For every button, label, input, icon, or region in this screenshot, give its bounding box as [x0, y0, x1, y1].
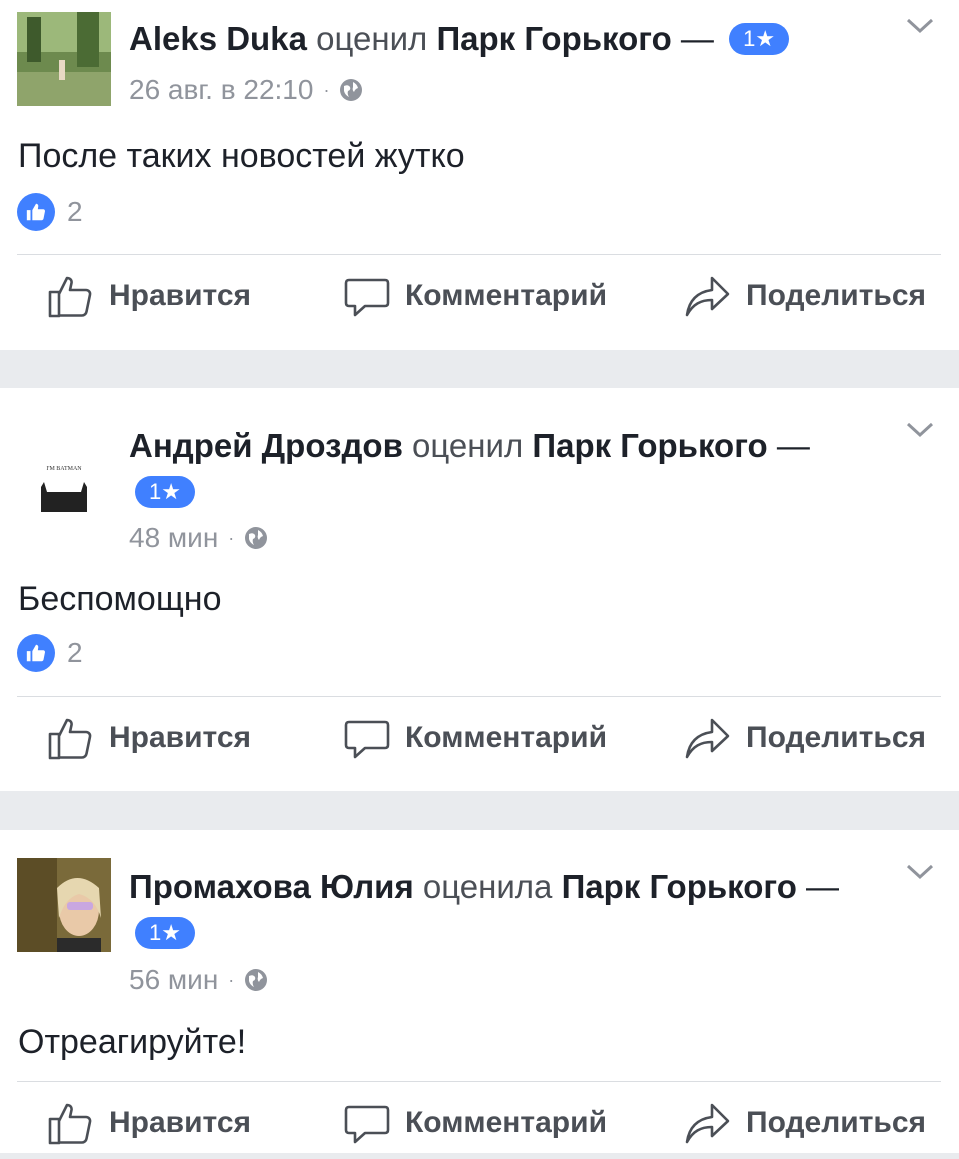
- timestamp[interactable]: 26 авг. в 22:10: [129, 74, 313, 106]
- separator-dash: —: [680, 20, 714, 57]
- comment-icon: [344, 1105, 390, 1144]
- divider: [17, 254, 941, 255]
- thumbs-up-icon: [48, 1103, 92, 1145]
- comment-label: Комментарий: [405, 721, 608, 754]
- separator-dash: —: [776, 427, 810, 464]
- share-icon: [685, 718, 730, 759]
- avatar[interactable]: I'M BATMAN: [17, 432, 111, 526]
- avatar[interactable]: [17, 12, 111, 106]
- like-label: Нравится: [109, 279, 252, 312]
- rating-badge: 1★: [135, 476, 195, 508]
- like-label: Нравится: [109, 1106, 252, 1139]
- post-meta: 48 мин ·: [129, 522, 268, 554]
- post-text: Беспомощно: [18, 580, 222, 618]
- chevron-down-icon[interactable]: [905, 420, 935, 440]
- separator-dash: —: [806, 868, 840, 905]
- share-label: Поделиться: [746, 721, 927, 754]
- action-verb: оценил: [412, 427, 524, 464]
- post-text: После таких новостей жутко: [18, 137, 465, 175]
- avatar[interactable]: [17, 858, 111, 952]
- globe-icon: [245, 527, 268, 549]
- post-meta: 26 авг. в 22:10 ·: [129, 74, 363, 106]
- share-button[interactable]: Поделиться: [684, 1099, 926, 1147]
- post-text: Отреагируйте!: [18, 1023, 247, 1061]
- avatar-caption: I'M BATMAN: [46, 466, 82, 472]
- globe-icon: [340, 79, 363, 101]
- reactions-summary[interactable]: 2: [17, 193, 83, 231]
- like-badge-icon: [17, 193, 55, 231]
- share-icon: [685, 1103, 730, 1144]
- meta-dot: ·: [228, 527, 235, 548]
- divider: [17, 1081, 941, 1082]
- author-name[interactable]: Андрей Дроздов: [129, 427, 403, 464]
- divider: [17, 696, 941, 697]
- page-name[interactable]: Парк Горького: [532, 427, 767, 464]
- comment-label: Комментарий: [405, 1106, 608, 1139]
- action-bar: Нравится Комментарий Поделиться: [0, 1099, 959, 1159]
- comment-button[interactable]: Комментарий: [343, 714, 607, 762]
- thumbs-up-icon: [48, 718, 92, 760]
- post-meta: 56 мин ·: [129, 964, 268, 996]
- like-badge-icon: [17, 634, 55, 672]
- share-label: Поделиться: [746, 1106, 927, 1139]
- page-name[interactable]: Парк Горького: [436, 20, 671, 57]
- like-label: Нравится: [109, 721, 252, 754]
- action-bar: Нравится Комментарий Поделиться: [0, 272, 959, 332]
- share-button[interactable]: Поделиться: [684, 714, 926, 762]
- globe-icon: [245, 969, 268, 991]
- meta-dot: ·: [323, 79, 330, 100]
- post-header: Aleks Duka оценил Парк Горького — 1★: [129, 16, 869, 62]
- timestamp[interactable]: 48 мин: [129, 522, 218, 554]
- chevron-down-icon[interactable]: [905, 16, 935, 36]
- likes-count: 2: [67, 196, 83, 227]
- post-card: I'M BATMAN Андрей Дроздов оценил Парк Го…: [0, 388, 959, 791]
- share-label: Поделиться: [746, 279, 927, 312]
- reactions-summary[interactable]: 2: [17, 634, 83, 672]
- post-header: Промахова Юлия оценила Парк Горького — 1…: [129, 864, 869, 956]
- action-verb: оценил: [316, 20, 428, 57]
- share-button[interactable]: Поделиться: [684, 272, 926, 320]
- action-verb: оценила: [422, 868, 553, 905]
- author-name[interactable]: Промахова Юлия: [129, 868, 414, 905]
- comment-button[interactable]: Комментарий: [343, 272, 607, 320]
- action-bar: Нравится Комментарий Поделиться: [0, 714, 959, 774]
- post-card: Aleks Duka оценил Парк Горького — 1★ 26 …: [0, 0, 959, 350]
- rating-badge: 1★: [729, 23, 790, 55]
- author-name[interactable]: Aleks Duka: [129, 20, 307, 57]
- rating-badge: 1★: [135, 917, 195, 949]
- like-button[interactable]: Нравится: [47, 1099, 251, 1147]
- post-card: Промахова Юлия оценила Парк Горького — 1…: [0, 830, 959, 1153]
- meta-dot: ·: [228, 969, 235, 990]
- thumbs-up-icon: [48, 276, 92, 318]
- like-button[interactable]: Нравится: [47, 714, 251, 762]
- comment-label: Комментарий: [405, 279, 608, 312]
- comment-icon: [344, 278, 390, 317]
- comment-button[interactable]: Комментарий: [343, 1099, 607, 1147]
- timestamp[interactable]: 56 мин: [129, 964, 218, 996]
- comment-icon: [344, 720, 390, 759]
- likes-count: 2: [67, 637, 83, 668]
- page-name[interactable]: Парк Горького: [562, 868, 797, 905]
- like-button[interactable]: Нравится: [47, 272, 251, 320]
- share-icon: [685, 276, 730, 317]
- chevron-down-icon[interactable]: [905, 862, 935, 882]
- post-header: Андрей Дроздов оценил Парк Горького — 1★: [129, 423, 869, 515]
